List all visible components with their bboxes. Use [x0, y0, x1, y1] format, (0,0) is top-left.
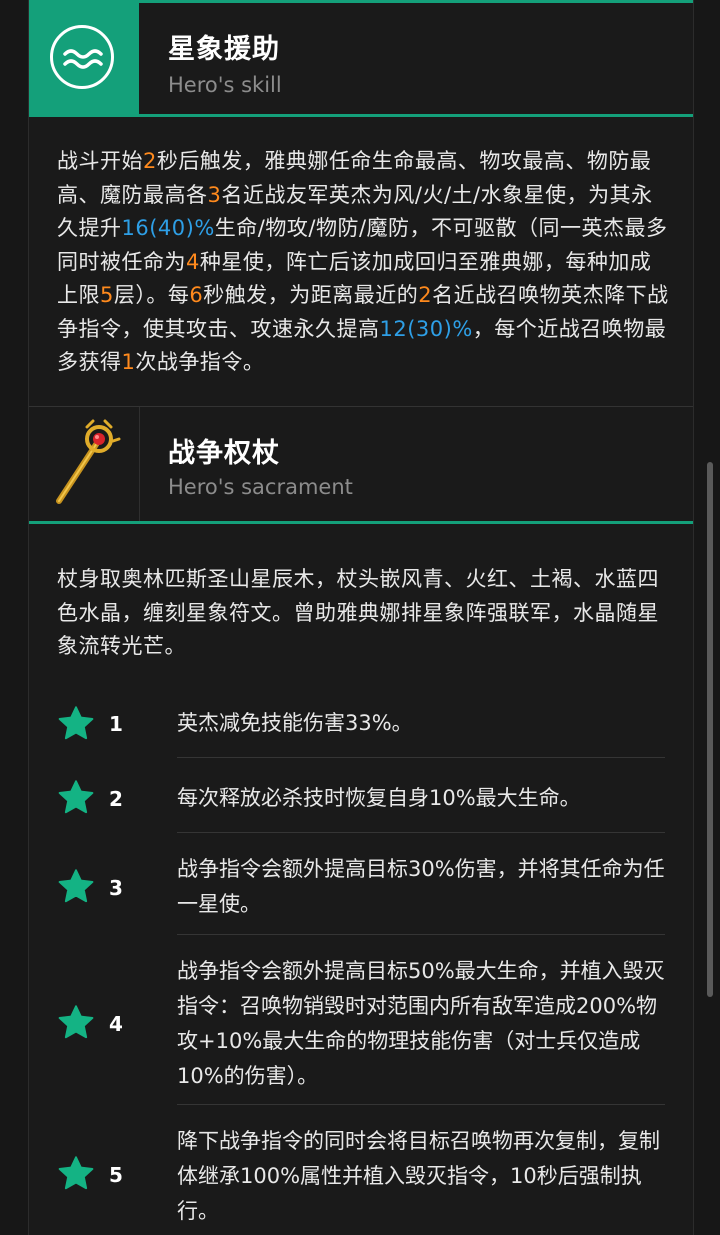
description-text: 战斗开始 [57, 149, 143, 173]
highlight-value: 12(30)% [379, 316, 473, 341]
highlight-value: 3 [207, 182, 222, 207]
star-level-number: 4 [109, 1012, 123, 1036]
row-divider [177, 757, 665, 758]
skill-subtitle: Hero's skill [168, 73, 282, 97]
sacrament-header: 战争权杖 Hero's sacrament [29, 407, 693, 524]
row-divider [177, 934, 665, 935]
highlight-value: 6 [189, 283, 204, 307]
star-icon [58, 1156, 94, 1190]
highlight-value: 16(40)% [121, 216, 215, 240]
skill-title: 星象援助 [168, 34, 280, 65]
highlight-value: 2 [143, 149, 157, 173]
sacrament-title: 战争权杖 [168, 438, 280, 469]
highlight-value: 4 [186, 249, 200, 274]
sacrament-description: 杖身取奥林匹斯圣山星辰木，杖头嵌风青、火红、土褐、水蓝四色水晶，缠刻星象符文。曾… [57, 567, 659, 658]
row-divider [177, 832, 665, 833]
star-level-text: 每次释放必杀技时恢复自身10%最大生命。 [177, 786, 581, 810]
highlight-value: 1 [121, 350, 136, 374]
star-level-text: 战争指令会额外提高目标30%伤害，并将其任命为任一星使。 [177, 857, 665, 916]
star-level-number: 5 [109, 1163, 123, 1187]
scepter-icon [56, 419, 121, 504]
star-icon [58, 706, 94, 740]
skill-description: 战斗开始2秒后触发，雅典娜任命生命最高、物攻最高、物防最高、魔防最高各3名近战友… [57, 145, 669, 380]
star-level-text: 战争指令会额外提高目标50%最大生命，并植入毁灭指令：召唤物销毁时对范围内所有敌… [177, 959, 665, 1088]
sacrament-subtitle: Hero's sacrament [168, 475, 353, 499]
scrollbar[interactable] [707, 462, 713, 997]
star-level-number: 2 [109, 787, 123, 811]
star-icon [58, 1005, 94, 1039]
hero-detail-panel: 星象援助 Hero's skill 战斗开始2秒后触发，雅典娜任命生命最高、物攻… [28, 0, 694, 1235]
highlight-value: 5 [100, 283, 114, 307]
star-level-number: 3 [109, 876, 123, 900]
star-level-text: 英杰减免技能伤害33%。 [177, 711, 413, 735]
star-level-text: 降下战争指令的同时会将目标召唤物再次复制，复制体继承100%属性并植入毁灭指令，… [177, 1129, 660, 1223]
description-text: 秒触发，为距离最近的 [203, 283, 419, 307]
description-text: 层）。每 [113, 283, 190, 307]
row-divider [177, 1104, 665, 1105]
highlight-value: 2 [418, 283, 433, 307]
waves-icon [50, 25, 114, 89]
skill-header: 星象援助 Hero's skill [29, 0, 693, 117]
sacrament-icon-box [29, 407, 140, 521]
star-level-number: 1 [109, 712, 123, 736]
skill-icon-box [29, 3, 139, 114]
star-icon [58, 869, 94, 903]
description-text: 次战争指令。 [135, 350, 265, 374]
star-icon [58, 780, 94, 814]
